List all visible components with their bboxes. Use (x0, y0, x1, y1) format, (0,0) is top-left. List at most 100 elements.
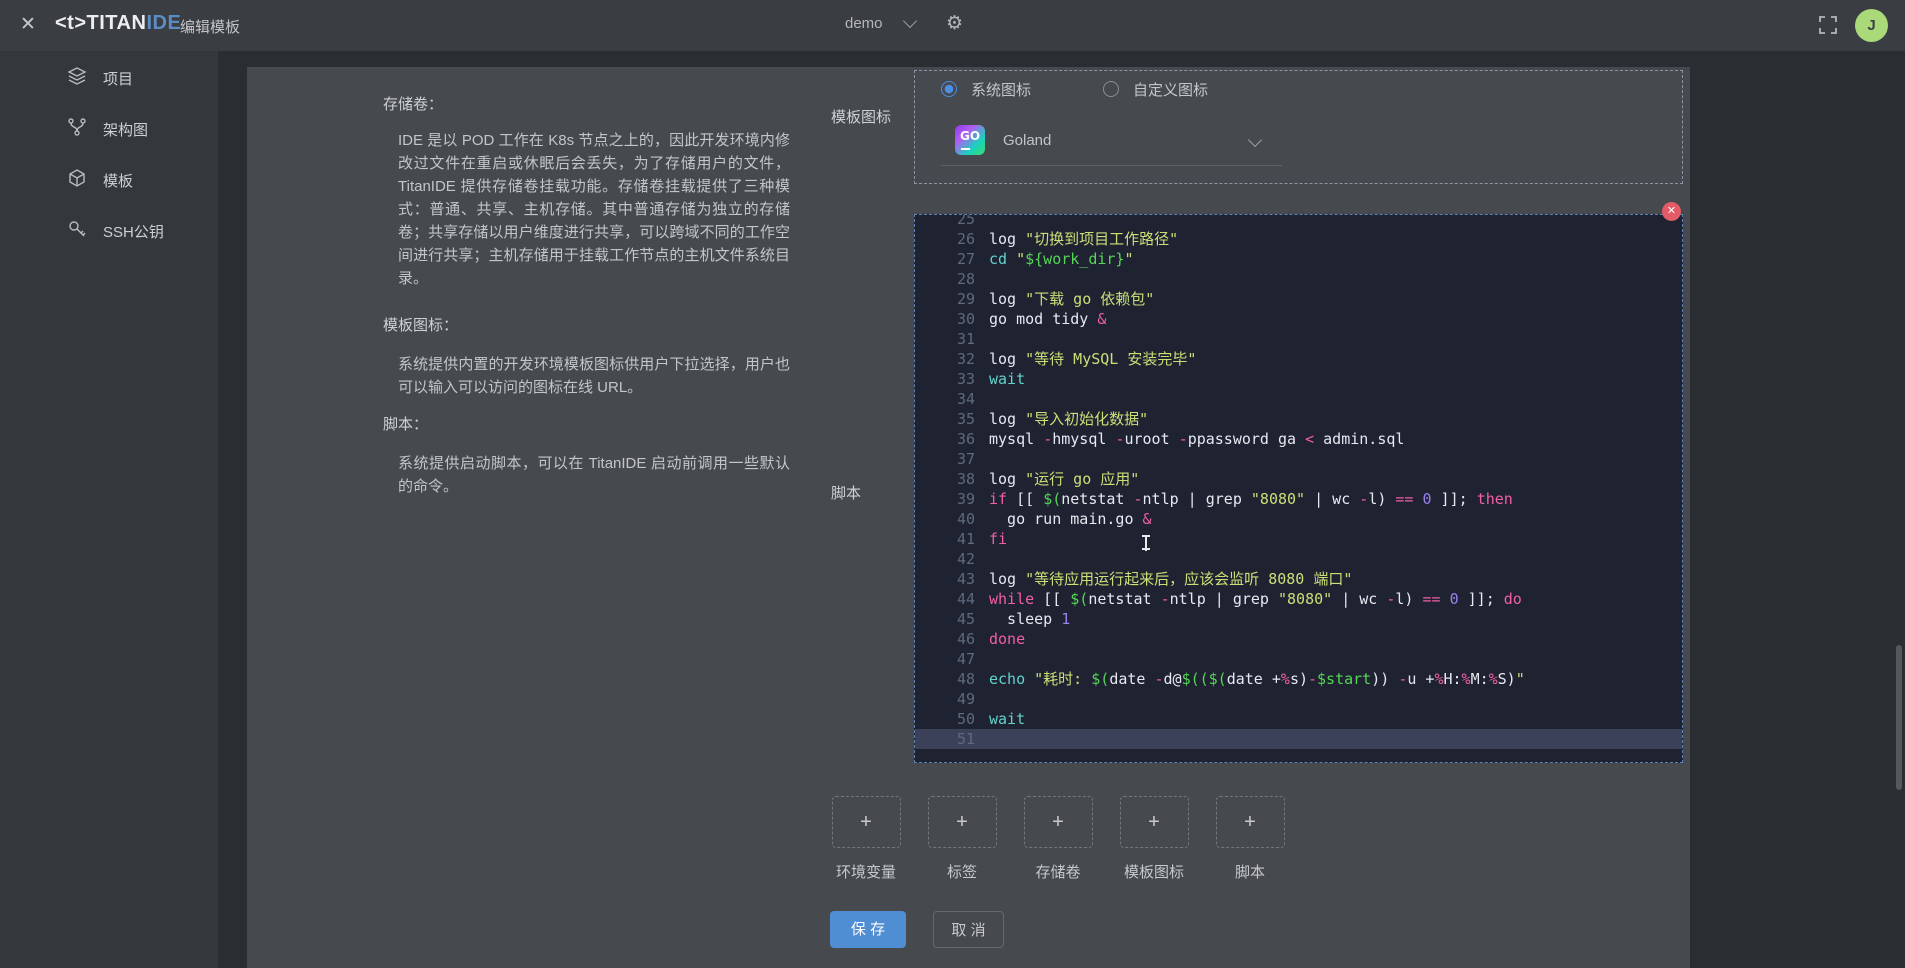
code-line: 29log "下载 go 依赖包" (915, 289, 1682, 309)
add-group: + 标签 (922, 796, 1002, 882)
sidebar-item-label: 模板 (103, 170, 133, 191)
code-line: 37 (915, 449, 1682, 469)
code-line: 36mysql -hmysql -uroot -ppassword ga < a… (915, 429, 1682, 449)
cube-icon (67, 168, 87, 192)
chevron-down-icon (902, 14, 916, 28)
sidebar-item-4[interactable]: SSH公钥 (0, 214, 218, 248)
plus-icon: + (1148, 811, 1160, 833)
project-selector[interactable]: demo (845, 15, 915, 32)
sidebar-item-label: 项目 (103, 68, 133, 89)
add-button[interactable]: + (1216, 796, 1285, 848)
add-button[interactable]: + (928, 796, 997, 848)
line-number: 41 (915, 529, 975, 549)
code-line: 25 (915, 214, 1682, 229)
radio-selected[interactable] (941, 81, 957, 97)
doc-heading: 脚本： (383, 413, 790, 434)
doc-paragraph: IDE 是以 POD 工作在 K8s 节点之上的，因此开发环境内修改过文件在重启… (383, 129, 790, 290)
code-line: 41fi (915, 529, 1682, 549)
icon-field-label: 模板图标 (831, 106, 891, 127)
code-line: 49 (915, 689, 1682, 709)
line-number: 28 (915, 269, 975, 289)
cancel-button[interactable]: 取 消 (933, 911, 1004, 948)
code-line: 35log "导入初始化数据" (915, 409, 1682, 429)
fullscreen-icon[interactable] (1819, 16, 1837, 34)
add-group: +环境变量 (826, 796, 906, 882)
line-number: 34 (915, 389, 975, 409)
code-line: 43log "等待应用运行起来后，应该会监听 8080 端口" (915, 569, 1682, 589)
sidebar-item-label: 架构图 (103, 119, 148, 140)
icon-select[interactable]: GO Goland (941, 115, 1282, 166)
doc-heading: 存储卷： (383, 93, 790, 114)
line-number: 47 (915, 649, 975, 669)
sidebar-item-3[interactable]: 模板 (0, 163, 218, 197)
code-lines: 2526log "切换到项目工作路径"27cd "${work_dir}"282… (915, 214, 1682, 749)
sidebar-item-2[interactable]: 架构图 (0, 112, 218, 146)
line-number: 48 (915, 669, 975, 689)
line-number: 31 (915, 329, 975, 349)
close-icon[interactable]: ✕ (16, 13, 40, 37)
code-line: 39if [[ $(netstat -ntlp | grep "8080" | … (915, 489, 1682, 509)
add-button-label: 标签 (922, 861, 1002, 882)
radio-label[interactable]: 系统图标 (971, 79, 1031, 100)
add-button-label: 模板图标 (1114, 861, 1194, 882)
sidebar-item-1[interactable]: 项目 (0, 61, 218, 95)
line-number: 36 (915, 429, 975, 449)
code-line: 42 (915, 549, 1682, 569)
code-line: 44while [[ $(netstat -ntlp | grep "8080"… (915, 589, 1682, 609)
code-line: 26log "切换到项目工作路径" (915, 229, 1682, 249)
add-button[interactable]: + (832, 796, 901, 848)
line-number: 37 (915, 449, 975, 469)
code-line: 38log "运行 go 应用" (915, 469, 1682, 489)
line-number: 50 (915, 709, 975, 729)
add-button[interactable]: + (1024, 796, 1093, 848)
line-number: 40 (915, 509, 975, 529)
text-cursor-icon (1141, 535, 1151, 552)
code-line: 30go mod tidy & (915, 309, 1682, 329)
code-line: 46done (915, 629, 1682, 649)
line-number: 25 (915, 214, 975, 229)
line-number: 26 (915, 229, 975, 249)
code-line: 48echo "耗时: $(date -d@$(($(date +%s)-$st… (915, 669, 1682, 689)
line-number: 32 (915, 349, 975, 369)
add-group: + 模板图标 (1114, 796, 1194, 882)
doc-paragraph: 系统提供内置的开发环境模板图标供用户下拉选择，用户也可以输入可以访问的图标在线 … (383, 353, 790, 399)
radio-unselected[interactable] (1103, 81, 1119, 97)
page-scrollbar[interactable] (1896, 645, 1902, 790)
current-code-line: 51 (915, 729, 1682, 749)
layers-icon (67, 66, 87, 90)
key-icon (67, 219, 87, 243)
plus-icon: + (1244, 811, 1256, 833)
add-button[interactable]: + (1120, 796, 1189, 848)
remove-script-button[interactable]: ✕ (1662, 202, 1681, 221)
line-number: 43 (915, 569, 975, 589)
line-number: 45 (915, 609, 975, 629)
line-number: 29 (915, 289, 975, 309)
code-line: 28 (915, 269, 1682, 289)
add-button-label: 存储卷 (1018, 861, 1098, 882)
script-editor[interactable]: 2526log "切换到项目工作路径"27cd "${work_dir}"282… (914, 214, 1683, 763)
code-line: 47 (915, 649, 1682, 669)
line-number: 42 (915, 549, 975, 569)
line-number: 38 (915, 469, 975, 489)
plus-icon: + (956, 811, 968, 833)
add-group: + 存储卷 (1018, 796, 1098, 882)
line-number: 39 (915, 489, 975, 509)
save-button[interactable]: 保 存 (830, 911, 906, 948)
avatar[interactable]: J (1855, 9, 1888, 42)
branch-icon (67, 117, 87, 141)
line-number: 51 (915, 729, 975, 749)
doc-paragraph: 系统提供启动脚本，可以在 TitanIDE 启动前调用一些默认的命令。 (383, 452, 790, 498)
sidebar-item-label: SSH公钥 (103, 221, 164, 242)
code-line: 27cd "${work_dir}" (915, 249, 1682, 269)
line-number: 33 (915, 369, 975, 389)
code-line: 45 sleep 1 (915, 609, 1682, 629)
documentation: 存储卷： IDE 是以 POD 工作在 K8s 节点之上的，因此开发环境内修改过文… (383, 93, 790, 498)
gear-icon[interactable]: ⚙ (946, 12, 963, 35)
titanide-edit-template-screen: ✕ <t>TITANIDE 编辑模板 demo ⚙ J 项目架构图模板SSH公钥… (0, 0, 1905, 968)
line-number: 44 (915, 589, 975, 609)
script-field-label: 脚本 (831, 482, 861, 503)
code-line: 34 (915, 389, 1682, 409)
radio-label[interactable]: 自定义图标 (1133, 79, 1208, 100)
add-group: +脚本 (1210, 796, 1290, 882)
line-number: 27 (915, 249, 975, 269)
